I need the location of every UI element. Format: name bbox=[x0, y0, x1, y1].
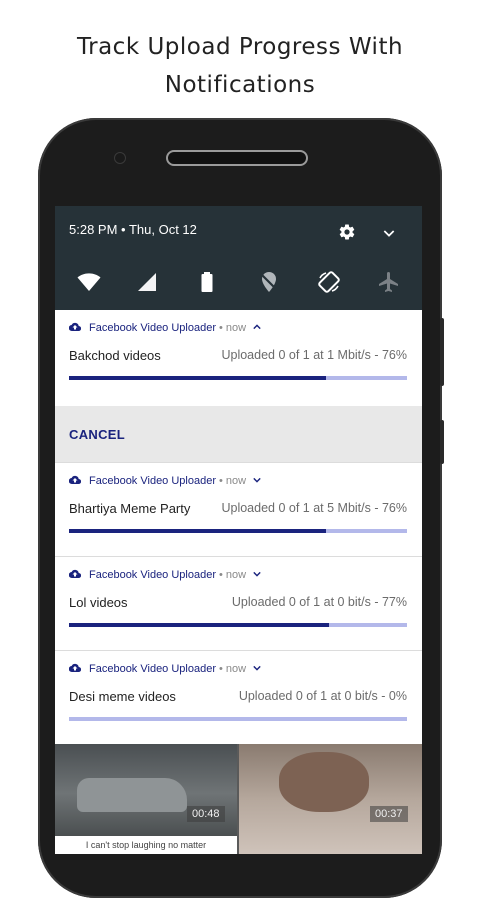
app-name: Facebook Video Uploader bbox=[89, 663, 216, 675]
upload-status-text: Uploaded 0 of 1 at 5 Mbit/s - 76% bbox=[221, 501, 407, 515]
expand-chevron-icon[interactable] bbox=[253, 570, 261, 578]
phone-screen: 5:28 PM • Thu, Oct 12 Facebook Video Upl… bbox=[55, 206, 422, 854]
app-name: Facebook Video Uploader bbox=[89, 322, 216, 334]
expand-chevron-icon[interactable] bbox=[253, 476, 261, 484]
notification-header: Facebook Video Uploader • now bbox=[69, 569, 261, 583]
upload-notification[interactable]: Facebook Video Uploader • now Desi meme vi… bbox=[55, 651, 422, 745]
upload-notification[interactable]: Facebook Video Uploader • now Bhartiya Mem… bbox=[55, 463, 422, 557]
thumbnail-image bbox=[77, 778, 187, 812]
notification-header: Facebook Video Uploader • now bbox=[69, 475, 261, 489]
cancel-button[interactable]: CANCEL bbox=[69, 427, 125, 442]
notification-time: now bbox=[225, 322, 247, 334]
upload-notification[interactable]: Facebook Video Uploader • now Lol videos U… bbox=[55, 557, 422, 651]
expand-chevron-icon[interactable] bbox=[381, 225, 397, 241]
promo-headline-line2: Notifications bbox=[164, 72, 316, 98]
settings-gear-icon[interactable] bbox=[338, 223, 356, 241]
notification-title: Desi meme videos bbox=[69, 689, 176, 704]
earpiece-speaker bbox=[166, 150, 308, 166]
upload-status-text: Uploaded 0 of 1 at 0 bit/s - 77% bbox=[231, 595, 407, 609]
collapse-chevron-icon[interactable] bbox=[253, 323, 261, 331]
video-thumbnail[interactable]: 00:48 I can't stop laughing no matter bbox=[55, 744, 237, 854]
upload-progress-fill bbox=[69, 529, 326, 533]
notification-time: now bbox=[225, 569, 247, 581]
separator-dot: • bbox=[219, 569, 223, 581]
promo-headline-line1: Track Upload Progress With bbox=[76, 34, 404, 60]
airplane-mode-icon[interactable] bbox=[377, 270, 401, 294]
app-name: Facebook Video Uploader bbox=[89, 475, 216, 487]
front-camera bbox=[114, 152, 126, 164]
separator-dot: • bbox=[219, 322, 223, 334]
expand-chevron-icon[interactable] bbox=[253, 664, 261, 672]
upload-status-text: Uploaded 0 of 1 at 1 Mbit/s - 76% bbox=[221, 348, 407, 362]
upload-progress-fill bbox=[69, 623, 330, 627]
notification-title: Bhartiya Meme Party bbox=[69, 501, 191, 516]
wifi-icon[interactable] bbox=[77, 270, 101, 294]
cloud-upload-icon bbox=[69, 475, 81, 485]
battery-icon[interactable] bbox=[195, 270, 219, 294]
notification-title: Lol videos bbox=[69, 595, 128, 610]
cellular-signal-icon[interactable] bbox=[135, 270, 159, 294]
notification-shade-header: 5:28 PM • Thu, Oct 12 bbox=[55, 206, 422, 310]
phone-volume-button bbox=[440, 318, 444, 386]
cloud-upload-icon bbox=[69, 569, 81, 579]
notification-time: now bbox=[225, 663, 247, 675]
phone-power-button bbox=[440, 420, 444, 464]
upload-status-text: Uploaded 0 of 1 at 0 bit/s - 0% bbox=[238, 689, 407, 703]
location-off-icon[interactable] bbox=[257, 270, 281, 294]
cloud-upload-icon bbox=[69, 663, 81, 673]
upload-progress-bar bbox=[69, 529, 407, 533]
video-duration-badge: 00:48 bbox=[187, 806, 225, 822]
upload-progress-bar bbox=[69, 623, 407, 627]
thumbnail-image bbox=[279, 752, 369, 812]
upload-progress-fill bbox=[69, 376, 326, 380]
background-video-grid: 00:48 I can't stop laughing no matter 00… bbox=[55, 744, 422, 854]
upload-notification[interactable]: Facebook Video Uploader • now Bakchod vide… bbox=[55, 310, 422, 407]
upload-progress-bar bbox=[69, 376, 407, 380]
video-caption: I can't stop laughing no matter bbox=[55, 836, 237, 854]
notification-title: Bakchod videos bbox=[69, 348, 161, 363]
separator-dot: • bbox=[219, 663, 223, 675]
video-duration-badge: 00:37 bbox=[370, 806, 408, 822]
separator-dot: • bbox=[219, 475, 223, 487]
video-thumbnail[interactable]: 00:37 bbox=[239, 744, 422, 854]
notification-action-bar: CANCEL bbox=[55, 406, 422, 463]
cloud-upload-icon bbox=[69, 322, 81, 332]
promo-headline: Track Upload Progress With Notifications bbox=[0, 28, 480, 104]
notification-time: now bbox=[225, 475, 247, 487]
auto-rotate-icon[interactable] bbox=[317, 270, 341, 294]
notification-header: Facebook Video Uploader • now bbox=[69, 322, 261, 336]
notification-header: Facebook Video Uploader • now bbox=[69, 663, 261, 677]
app-name: Facebook Video Uploader bbox=[89, 569, 216, 581]
quick-settings-row bbox=[55, 270, 422, 298]
time-date-label: 5:28 PM • Thu, Oct 12 bbox=[69, 222, 197, 237]
upload-progress-bar bbox=[69, 717, 407, 721]
